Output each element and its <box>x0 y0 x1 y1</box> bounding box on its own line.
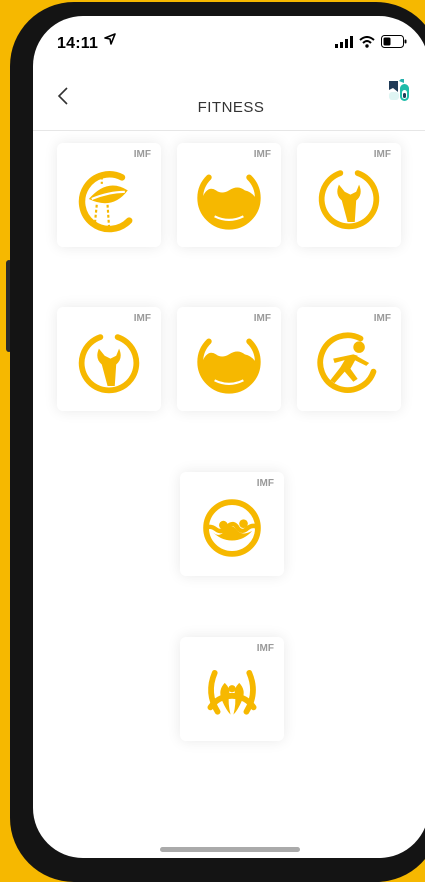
imf-badge: IMF <box>133 313 151 324</box>
imf-badge: IMF <box>253 313 271 324</box>
wifi-icon <box>359 35 375 48</box>
nav-bar: FITNESS <box>33 74 425 131</box>
home-indicator[interactable] <box>160 847 300 852</box>
cellular-signal-icon <box>335 35 353 48</box>
fitness-tile-1[interactable]: IMF <box>57 143 161 247</box>
imf-badge: IMF <box>373 313 391 324</box>
app-screen: 14:11 FITNESS IMF IMF IMF IMF IMF IMF IM… <box>33 16 425 858</box>
imf-badge: IMF <box>253 149 271 160</box>
bowl-fill-icon <box>197 174 261 230</box>
status-time: 14:11 <box>57 35 99 52</box>
paired-drops-icon <box>207 669 257 715</box>
bowl-fill-icon <box>197 338 261 394</box>
fitness-tile-3[interactable]: IMF <box>297 143 401 247</box>
imf-badge: IMF <box>133 149 151 160</box>
phone-frame: 14:11 FITNESS IMF IMF IMF IMF IMF IMF IM… <box>10 2 425 882</box>
wrench-icon <box>78 334 140 394</box>
fitness-tile-8[interactable]: IMF <box>180 637 284 741</box>
status-icons <box>335 35 407 48</box>
running-figure-icon <box>317 332 377 393</box>
leaf-sun-icon <box>78 171 133 233</box>
imf-badge: IMF <box>256 643 274 654</box>
wrench-icon <box>318 170 380 230</box>
status-bar: 14:11 <box>33 16 425 60</box>
fitness-tile-7[interactable]: IMF <box>180 472 284 576</box>
imf-badge: IMF <box>256 478 274 489</box>
battery-icon <box>381 35 407 48</box>
fitness-tile-2[interactable]: IMF <box>177 143 281 247</box>
fitness-tile-6[interactable]: IMF <box>297 307 401 411</box>
fitness-tile-5[interactable]: IMF <box>177 307 281 411</box>
brand-logo-icon[interactable] <box>387 78 411 102</box>
location-arrow-icon <box>104 33 116 45</box>
page-title: FITNESS <box>197 99 265 116</box>
fitness-tile-4[interactable]: IMF <box>57 307 161 411</box>
imf-badge: IMF <box>373 149 391 160</box>
grip-circle-icon <box>203 499 261 557</box>
